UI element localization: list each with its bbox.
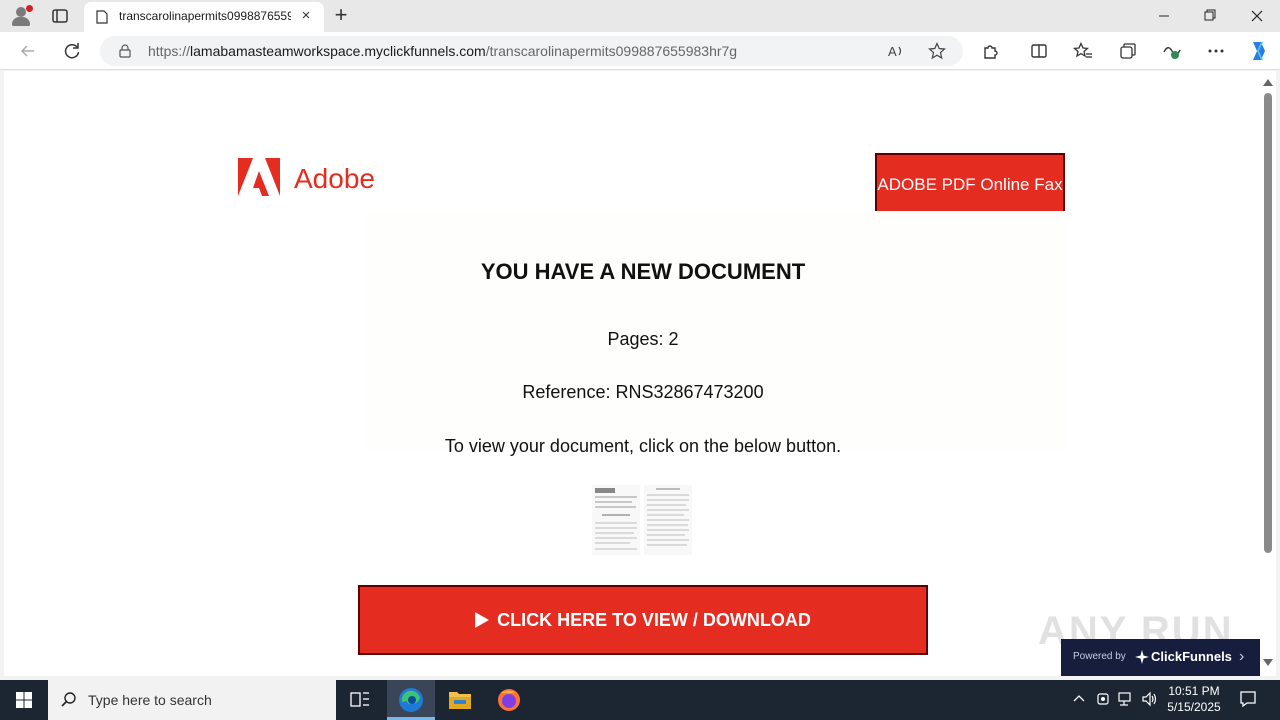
scroll-up-icon[interactable] xyxy=(1263,79,1273,86)
clickfunnels-logo-icon xyxy=(1135,650,1149,664)
taskbar-edge-app[interactable] xyxy=(387,680,435,720)
lock-icon[interactable] xyxy=(118,44,132,58)
document-page-thumbnail xyxy=(644,485,692,555)
instruction-text: To view your document, click on the belo… xyxy=(444,436,842,456)
browser-toolbar: https://lamabamasteamworkspace.myclickfu… xyxy=(0,32,1280,70)
browser-tab-active[interactable]: transcarolinapermits0998876559 × xyxy=(84,2,324,32)
favorites-icon[interactable] xyxy=(1073,41,1093,61)
windows-start-icon[interactable] xyxy=(0,680,48,720)
view-download-button[interactable]: CLICK HERE TO VIEW / DOWNLOAD xyxy=(358,585,928,655)
minimize-icon[interactable] xyxy=(1141,0,1187,32)
scroll-thumb[interactable] xyxy=(1264,93,1272,553)
favorite-star-icon[interactable] xyxy=(928,42,946,60)
url-text[interactable]: https://lamabamasteamworkspace.myclickfu… xyxy=(148,43,737,59)
page-scrollbar[interactable] xyxy=(1260,71,1276,676)
task-view-icon[interactable] xyxy=(336,680,384,720)
notifications-icon[interactable] xyxy=(1238,689,1258,709)
document-page-thumbnail xyxy=(592,485,640,555)
back-icon[interactable] xyxy=(18,41,38,61)
close-window-icon[interactable] xyxy=(1234,0,1280,32)
restore-icon[interactable] xyxy=(1187,0,1233,32)
fax-badge: ADOBE PDF Online Fax xyxy=(875,153,1065,216)
search-icon xyxy=(61,692,76,707)
search-placeholder: Type here to search xyxy=(88,692,212,708)
document-preview xyxy=(592,485,692,555)
device-icon[interactable] xyxy=(1094,690,1112,708)
extensions-icon[interactable] xyxy=(981,41,1001,61)
tab-actions-icon[interactable] xyxy=(50,6,70,26)
clickfunnels-badge[interactable]: Powered by ClickFunnels › xyxy=(1061,639,1260,676)
reference-number: Reference: RNS32867473200 xyxy=(522,382,764,402)
scroll-down-icon[interactable] xyxy=(1263,659,1273,666)
collections-icon[interactable] xyxy=(1118,41,1138,61)
adobe-logo[interactable]: Adobe xyxy=(238,157,378,199)
tab-title: transcarolinapermits0998876559 xyxy=(119,9,291,23)
chevron-up-icon[interactable] xyxy=(1070,690,1088,708)
edge-browser-icon xyxy=(399,688,423,712)
url-domain: lamabamasteamworkspace.myclickfunnels.co… xyxy=(190,43,486,59)
close-tab-icon[interactable]: × xyxy=(299,8,313,23)
clock-time: 10:51 PM xyxy=(1168,684,1220,698)
clock-date: 5/15/2025 xyxy=(1167,700,1221,714)
new-tab-icon[interactable]: + xyxy=(330,4,352,27)
windows-taskbar: Type here to search 10:51 PM 5/15/2025 xyxy=(0,680,1280,720)
document-icon xyxy=(96,10,108,24)
system-clock[interactable]: 10:51 PM 5/15/2025 xyxy=(1166,683,1222,715)
taskbar-search-box[interactable]: Type here to search xyxy=(48,680,336,720)
page-title: YOU HAVE A NEW DOCUMENT xyxy=(480,259,806,284)
cta-label: CLICK HERE TO VIEW / DOWNLOAD xyxy=(497,610,811,630)
network-icon[interactable] xyxy=(1117,690,1135,708)
adobe-wordmark: Adobe xyxy=(294,163,375,194)
svg-text:A: A xyxy=(888,44,897,59)
address-bar[interactable]: https://lamabamasteamworkspace.myclickfu… xyxy=(100,36,963,66)
page-viewport: Adobe ADOBE PDF Online Fax YOU HAVE A NE… xyxy=(4,71,1260,676)
url-prefix: https:// xyxy=(148,43,191,59)
chevron-right-icon: › xyxy=(1239,648,1245,665)
browser-essentials-icon[interactable] xyxy=(1162,41,1182,61)
volume-icon[interactable] xyxy=(1141,690,1159,708)
more-options-icon[interactable] xyxy=(1206,41,1226,61)
split-screen-icon[interactable] xyxy=(1029,41,1049,61)
send-arrow-icon xyxy=(475,612,490,628)
url-path: /transcarolinapermits099887655983hr7g xyxy=(485,43,738,59)
read-aloud-icon[interactable]: A xyxy=(888,43,906,59)
copilot-icon[interactable] xyxy=(1246,39,1270,63)
firefox-icon[interactable] xyxy=(485,680,533,720)
file-explorer-icon[interactable] xyxy=(436,680,484,720)
powered-by-label: Powered by xyxy=(1073,651,1126,662)
refresh-icon[interactable] xyxy=(62,41,82,61)
adobe-mark-icon xyxy=(238,158,280,196)
browser-tab-strip: transcarolinapermits0998876559 × + xyxy=(0,0,1280,32)
profile-avatar-icon[interactable] xyxy=(10,5,33,27)
pages-count: Pages: 2 xyxy=(607,329,679,349)
clickfunnels-name: ClickFunnels xyxy=(1151,649,1232,664)
